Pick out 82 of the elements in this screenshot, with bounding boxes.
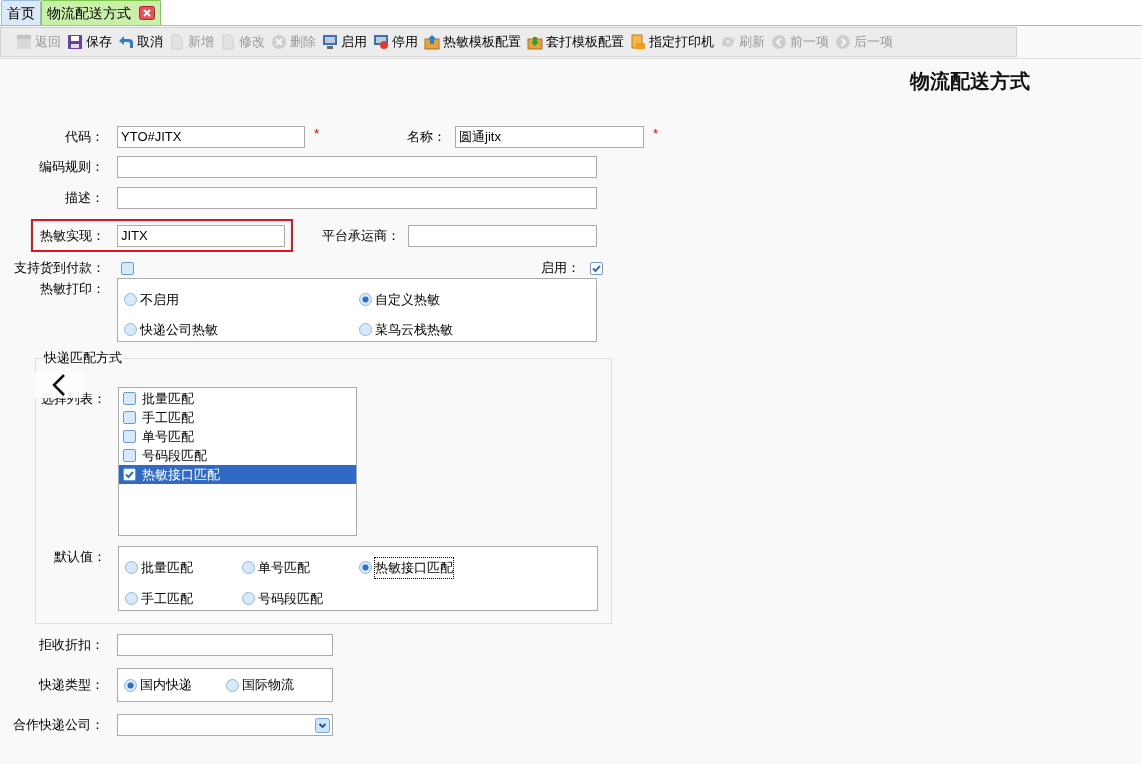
document-icon: [169, 34, 185, 50]
radio-button[interactable]: [359, 323, 372, 336]
field-label: 描述：: [65, 190, 104, 206]
input-field[interactable]: JITX: [117, 224, 285, 247]
field-label: 合作快递公司：: [13, 717, 104, 733]
radio-button[interactable]: [125, 561, 138, 575]
checkbox[interactable]: [123, 411, 136, 424]
radio-label[interactable]: 号码段匹配: [258, 588, 323, 608]
checkbox[interactable]: [123, 468, 136, 481]
field-label: 编码规则：: [39, 159, 104, 175]
chevron-down-icon: [315, 717, 330, 733]
close-icon[interactable]: [139, 6, 155, 20]
checkbox[interactable]: [121, 261, 134, 275]
toolbar-button[interactable]: 启用: [319, 30, 370, 54]
checkbox[interactable]: [123, 430, 136, 443]
list-item[interactable]: 号码段匹配: [119, 446, 356, 465]
field-label: 热敏打印：: [40, 281, 105, 296]
left-circle-icon: [771, 34, 787, 50]
right-circle-icon: [835, 34, 851, 50]
field-label: 代码：: [65, 129, 104, 145]
radio-label[interactable]: 自定义热敏: [375, 289, 440, 310]
radio-label[interactable]: 热敏接口匹配: [375, 558, 453, 578]
radio-label[interactable]: 菜鸟云栈热敏: [375, 319, 453, 340]
input-field[interactable]: 圆通jitx: [455, 126, 645, 148]
box-download-icon: [527, 34, 543, 50]
toolbar-button[interactable]: 取消: [115, 30, 166, 54]
radio-button[interactable]: [242, 561, 255, 575]
input-field[interactable]: [408, 224, 597, 247]
radio-label[interactable]: 国际物流: [242, 675, 294, 695]
field-label: 名称：: [407, 129, 447, 145]
field-label: 启用：: [541, 260, 580, 276]
radio-button[interactable]: [359, 293, 372, 306]
undo-arrow-icon: [118, 34, 134, 50]
radio-button[interactable]: [226, 678, 239, 692]
toolbar-button[interactable]: 停用: [370, 30, 421, 54]
toolbar-button[interactable]: 热敏模板配置: [421, 30, 524, 54]
monitor-icon: [373, 34, 389, 50]
input-field[interactable]: YTO#JITX: [117, 126, 305, 148]
radio-button[interactable]: [359, 561, 372, 575]
toolbar-button[interactable]: 指定打印机: [627, 30, 717, 54]
toolbar-button[interactable]: 套打模板配置: [524, 30, 627, 54]
checkbox[interactable]: [123, 449, 136, 462]
input-field[interactable]: [117, 156, 597, 178]
page-title: 物流配送方式: [910, 69, 1030, 94]
field-label: 平台承运商：: [322, 227, 400, 243]
field-label: 默认值：: [54, 549, 106, 564]
monitor-icon: [322, 34, 338, 50]
field-label: 快递类型：: [39, 677, 104, 693]
tab[interactable]: 物流配送方式: [41, 0, 161, 25]
radio-label[interactable]: 手工匹配: [141, 588, 193, 608]
tab[interactable]: 首页: [1, 0, 41, 25]
toolbar-button[interactable]: 保存: [64, 30, 115, 54]
input-field[interactable]: [117, 634, 333, 656]
radio-button[interactable]: [125, 591, 138, 605]
list-item[interactable]: 单号匹配: [119, 427, 356, 446]
radio-label[interactable]: 快递公司热敏: [140, 319, 218, 340]
list-item[interactable]: 手工匹配: [119, 408, 356, 427]
radio-button[interactable]: [242, 591, 255, 605]
radio-label[interactable]: 国内快递: [140, 675, 192, 695]
box-upload-icon: [424, 34, 440, 50]
radio-button[interactable]: [124, 293, 137, 306]
field-label: 选择列表：: [41, 391, 106, 406]
checkbox[interactable]: [123, 392, 136, 405]
radio-label[interactable]: 单号匹配: [258, 558, 310, 578]
list-item[interactable]: 批量匹配: [119, 389, 356, 408]
group-legend: 快递匹配方式: [44, 350, 122, 366]
radio-label[interactable]: 批量匹配: [141, 558, 193, 578]
radio-button[interactable]: [124, 678, 137, 692]
required-mark: *: [314, 125, 320, 143]
radio-label[interactable]: 不启用: [140, 289, 179, 310]
list-item[interactable]: 热敏接口匹配: [119, 465, 356, 484]
dropdown[interactable]: [117, 714, 333, 736]
field-label: 拒收折扣：: [39, 637, 104, 653]
document-icon: [220, 34, 236, 50]
field-label: 支持货到付款：: [14, 260, 105, 276]
checkbox[interactable]: [590, 261, 603, 275]
radio-button[interactable]: [124, 323, 137, 336]
required-mark: *: [653, 125, 659, 143]
input-field[interactable]: [117, 187, 597, 209]
field-label: 热敏实现：: [40, 227, 105, 243]
refresh-icon: [720, 34, 736, 50]
delete-circle-icon: [271, 34, 287, 50]
